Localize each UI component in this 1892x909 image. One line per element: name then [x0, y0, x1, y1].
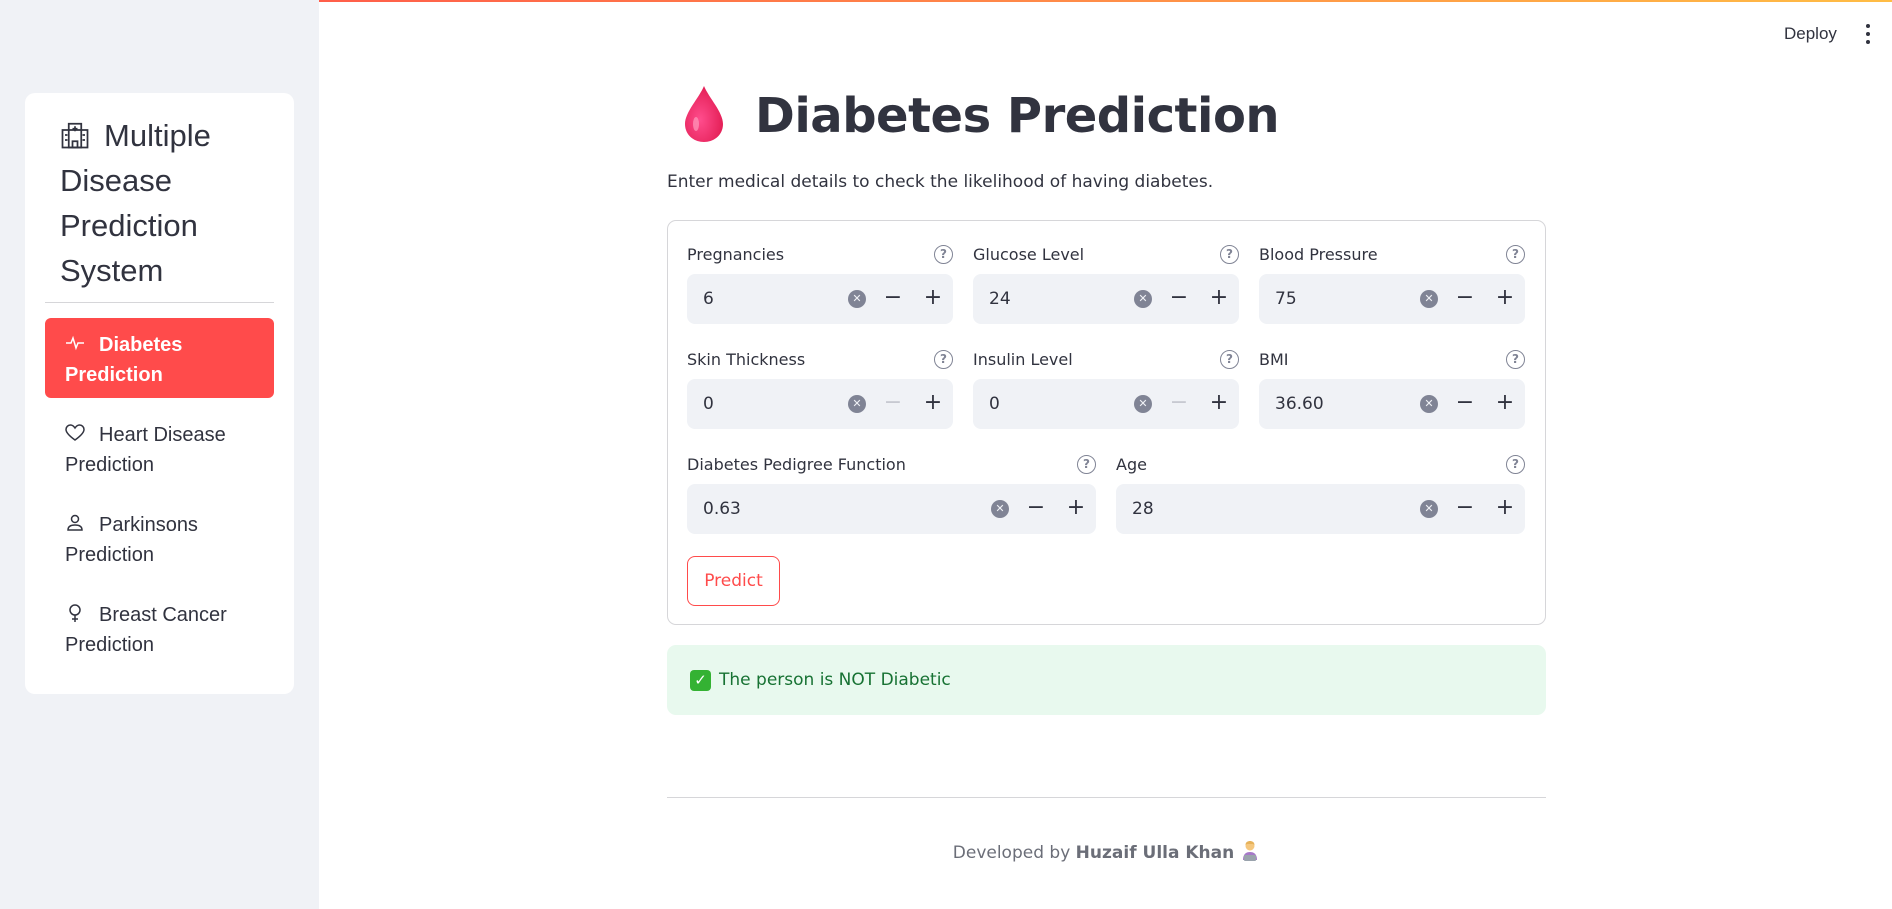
sidebar: Multiple Disease Prediction System Diabe…: [0, 0, 319, 909]
increment-button[interactable]: +: [1485, 484, 1525, 534]
footer-divider: [667, 797, 1546, 798]
input-value: 6: [703, 289, 714, 309]
help-icon[interactable]: ?: [1077, 455, 1096, 474]
field-label: Age: [1116, 455, 1147, 474]
field-label: BMI: [1259, 350, 1289, 369]
increment-button[interactable]: +: [1199, 274, 1239, 324]
page-title: Diabetes Prediction: [755, 88, 1280, 144]
sidebar-item-breast-cancer[interactable]: Breast Cancer Prediction: [45, 588, 274, 668]
result-success-alert: ✓ The person is NOT Diabetic: [667, 645, 1546, 715]
increment-button[interactable]: +: [1485, 274, 1525, 324]
clear-icon[interactable]: ✕: [1420, 290, 1438, 308]
footer-author: Huzaif Ulla Khan: [1075, 843, 1235, 863]
diabetes-pedigree-function-input[interactable]: 0.63 ✕ − +: [687, 484, 1096, 534]
pregnancies-input[interactable]: 6 ✕ − +: [687, 274, 953, 324]
prediction-form: Pregnancies ? 6 ✕ − + Glucose Level ? 24…: [667, 220, 1546, 625]
result-text: The person is NOT Diabetic: [719, 670, 951, 690]
field-label: Insulin Level: [973, 350, 1073, 369]
input-value: 0.63: [703, 499, 741, 519]
decrement-button[interactable]: −: [1159, 274, 1199, 324]
field-label: Blood Pressure: [1259, 245, 1378, 264]
help-icon[interactable]: ?: [934, 245, 953, 264]
hospital-icon: [61, 122, 89, 149]
increment-button[interactable]: +: [1199, 379, 1239, 429]
glucose-level-input[interactable]: 24 ✕ − +: [973, 274, 1239, 324]
increment-button[interactable]: +: [913, 379, 953, 429]
clear-icon[interactable]: ✕: [1134, 290, 1152, 308]
input-value: 0: [989, 394, 1000, 414]
input-value: 28: [1132, 499, 1154, 519]
kebab-menu-icon[interactable]: [1862, 24, 1874, 46]
clear-icon[interactable]: ✕: [991, 500, 1009, 518]
technologist-emoji-icon: [1243, 841, 1258, 861]
page-subtitle: Enter medical details to check the likel…: [667, 172, 1214, 192]
increment-button[interactable]: +: [1485, 379, 1525, 429]
sidebar-item-diabetes[interactable]: Diabetes Prediction: [45, 318, 274, 398]
skin-thickness-input[interactable]: 0 ✕ − +: [687, 379, 953, 429]
increment-button[interactable]: +: [913, 274, 953, 324]
field-label: Pregnancies: [687, 245, 785, 264]
insulin-level-input[interactable]: 0 ✕ − +: [973, 379, 1239, 429]
heart-icon: [65, 424, 85, 441]
input-value: 0: [703, 394, 714, 414]
increment-button[interactable]: +: [1056, 484, 1096, 534]
drop-of-blood-icon: [685, 86, 723, 142]
field-label: Diabetes Pedigree Function: [687, 455, 906, 474]
help-icon[interactable]: ?: [1506, 350, 1525, 369]
sidebar-item-parkinsons[interactable]: Parkinsons Prediction: [45, 498, 274, 578]
decrement-button[interactable]: −: [1016, 484, 1056, 534]
decrement-button[interactable]: −: [873, 379, 913, 429]
menu-divider: [45, 302, 274, 303]
help-icon[interactable]: ?: [1220, 245, 1239, 264]
check-mark-icon: ✓: [690, 670, 711, 691]
help-icon[interactable]: ?: [1506, 245, 1525, 264]
sidebar-item-heart-disease[interactable]: Heart Disease Prediction: [45, 408, 274, 488]
decrement-button[interactable]: −: [873, 274, 913, 324]
decrement-button[interactable]: −: [1445, 274, 1485, 324]
decrement-button[interactable]: −: [1445, 484, 1485, 534]
input-value: 75: [1275, 289, 1297, 309]
help-icon[interactable]: ?: [1220, 350, 1239, 369]
footer: Developed by Huzaif Ulla Khan: [667, 840, 1546, 863]
help-icon[interactable]: ?: [934, 350, 953, 369]
option-menu: Multiple Disease Prediction System Diabe…: [25, 93, 294, 694]
bmi-input[interactable]: 36.60 ✕ − +: [1259, 379, 1525, 429]
clear-icon[interactable]: ✕: [1134, 395, 1152, 413]
sidebar-item-label: Breast Cancer Prediction: [65, 604, 227, 656]
predict-button[interactable]: Predict: [687, 556, 780, 606]
clear-icon[interactable]: ✕: [1420, 500, 1438, 518]
clear-icon[interactable]: ✕: [848, 290, 866, 308]
footer-prefix: Developed by: [952, 843, 1076, 863]
deploy-button[interactable]: Deploy: [1784, 24, 1837, 44]
menu-title: Multiple Disease Prediction System: [60, 113, 290, 293]
activity-icon: [66, 335, 84, 351]
input-value: 24: [989, 289, 1011, 309]
clear-icon[interactable]: ✕: [848, 395, 866, 413]
female-icon: [69, 604, 81, 622]
clear-icon[interactable]: ✕: [1420, 395, 1438, 413]
decrement-button[interactable]: −: [1445, 379, 1485, 429]
help-icon[interactable]: ?: [1506, 455, 1525, 474]
person-icon: [67, 514, 83, 531]
field-label: Glucose Level: [973, 245, 1085, 264]
field-label: Skin Thickness: [687, 350, 806, 369]
decrement-button[interactable]: −: [1159, 379, 1199, 429]
sidebar-item-label: Heart Disease Prediction: [65, 424, 226, 476]
blood-pressure-input[interactable]: 75 ✕ − +: [1259, 274, 1525, 324]
input-value: 36.60: [1275, 394, 1324, 414]
age-input[interactable]: 28 ✕ − +: [1116, 484, 1525, 534]
